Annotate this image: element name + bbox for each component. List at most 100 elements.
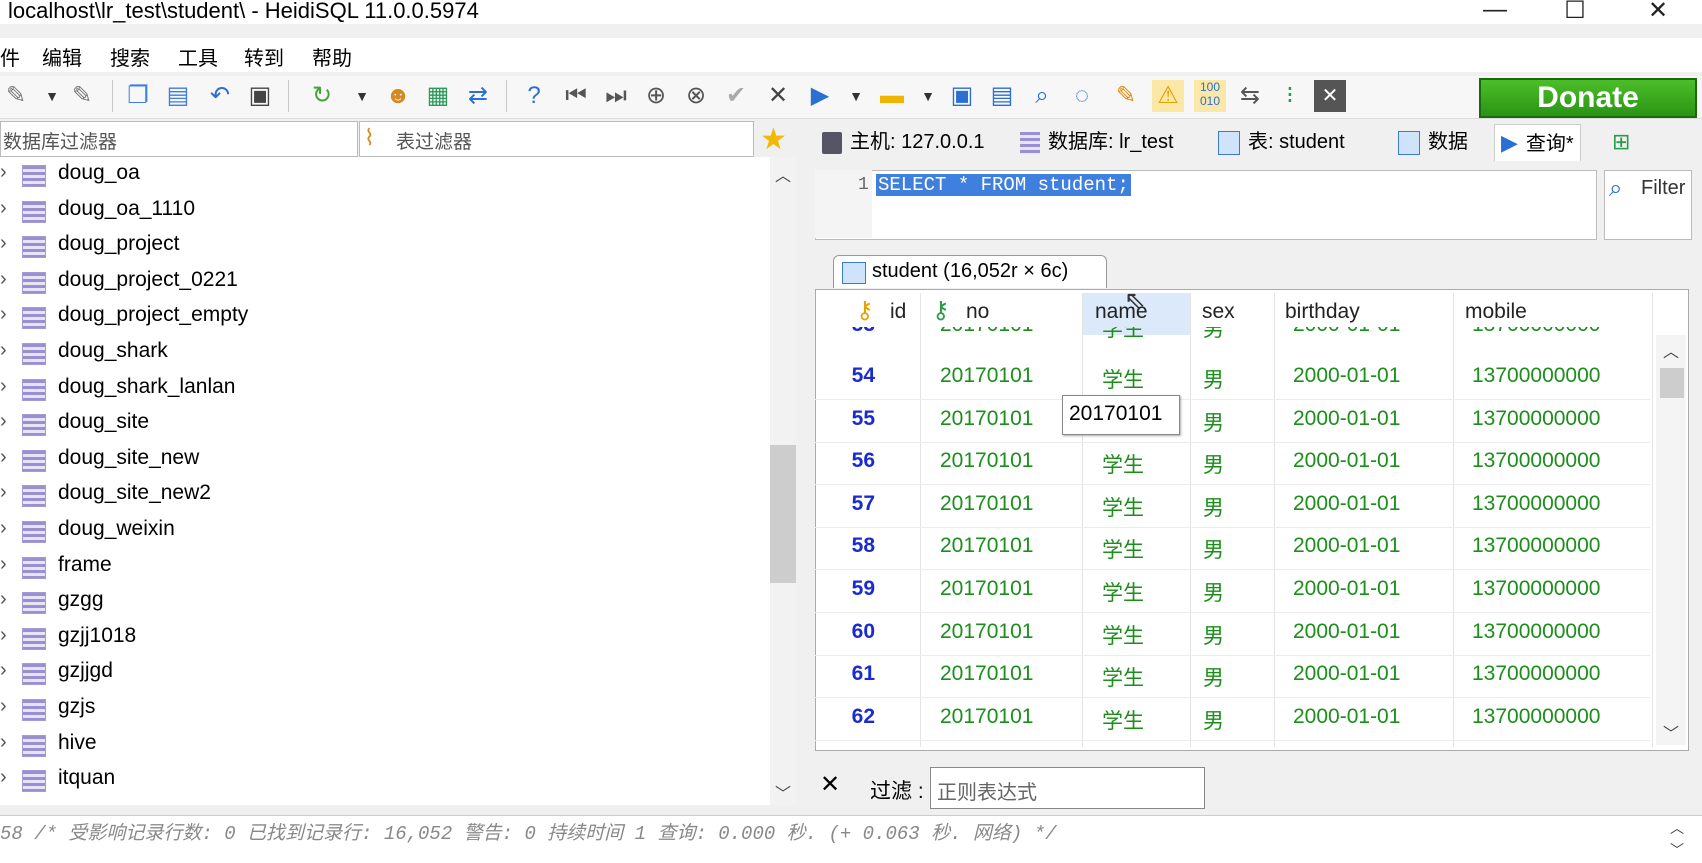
- scroll-up-icon[interactable]: ︿: [1663, 338, 1679, 362]
- tree-item[interactable]: › doug_project_empty: [0, 299, 760, 335]
- last-record-icon[interactable]: ⏭: [600, 80, 632, 112]
- undo-icon[interactable]: ↶: [204, 80, 236, 112]
- cell-no[interactable]: 20170101: [940, 705, 1033, 729]
- menu-search[interactable]: 搜索: [110, 42, 150, 71]
- dropdown-arrow-icon[interactable]: ▼: [840, 80, 872, 112]
- tree-item[interactable]: › doug_oa_1110: [0, 193, 760, 229]
- close-filter-icon[interactable]: ✕: [820, 770, 840, 799]
- chevron-right-icon[interactable]: ›: [0, 624, 7, 647]
- cell-name[interactable]: 学生: [1102, 620, 1144, 650]
- tree-item[interactable]: › doug_shark_lanlan: [0, 371, 760, 407]
- chevron-right-icon[interactable]: ›: [0, 339, 7, 362]
- chevron-right-icon[interactable]: ›: [0, 481, 7, 504]
- cell-name[interactable]: 学生: [1102, 364, 1144, 394]
- chevron-right-icon[interactable]: ›: [0, 375, 7, 398]
- cell-sex[interactable]: 男: [1203, 662, 1224, 692]
- chevron-right-icon[interactable]: ›: [0, 161, 7, 184]
- chevron-right-icon[interactable]: ›: [0, 268, 7, 291]
- cell-id[interactable]: 58: [815, 534, 875, 558]
- export-icon[interactable]: ▦: [422, 80, 454, 112]
- chevron-right-icon[interactable]: ›: [0, 553, 7, 576]
- cell-id[interactable]: 54: [815, 364, 875, 388]
- cell-birthday[interactable]: 2000-01-01: [1293, 407, 1400, 431]
- print-icon[interactable]: ▣: [244, 80, 276, 112]
- first-record-icon[interactable]: ⏮: [560, 80, 592, 112]
- cell-mobile[interactable]: 13700000000: [1472, 662, 1600, 686]
- column-header-mobile[interactable]: mobile: [1465, 300, 1527, 324]
- cell-birthday[interactable]: 2000-01-01: [1293, 492, 1400, 516]
- tree-item[interactable]: › itquan: [0, 762, 760, 798]
- menu-file[interactable]: 件: [0, 42, 20, 71]
- cell-no[interactable]: 20170101: [940, 662, 1033, 686]
- run-query-icon[interactable]: ▶: [804, 80, 836, 112]
- delete-record-icon[interactable]: ⊗: [680, 80, 712, 112]
- cancel-record-icon[interactable]: ✕: [762, 80, 794, 112]
- cell-no[interactable]: 20170101: [940, 449, 1033, 473]
- chevron-right-icon[interactable]: ›: [0, 446, 7, 469]
- chevron-right-icon[interactable]: ›: [0, 659, 7, 682]
- minimize-button[interactable]: —: [1465, 0, 1525, 24]
- cell-id[interactable]: 53: [815, 327, 875, 337]
- table-row[interactable]: 56 20170101 学生 男 2000-01-01 13700000000: [815, 442, 1650, 486]
- cell-no[interactable]: 20170101: [940, 407, 1033, 431]
- cell-birthday[interactable]: 2000-01-01: [1293, 705, 1400, 729]
- dropdown-arrow-icon[interactable]: ▼: [36, 80, 68, 112]
- menu-tools[interactable]: 工具: [178, 42, 218, 71]
- favorite-star-icon[interactable]: ★: [760, 122, 787, 157]
- cell-mobile[interactable]: 13700000000: [1472, 449, 1600, 473]
- table-row[interactable]: 59 20170101 学生 男 2000-01-01 13700000000: [815, 570, 1650, 613]
- cell-birthday[interactable]: 2000-01-01: [1293, 577, 1400, 601]
- menu-goto[interactable]: 转到: [244, 42, 284, 71]
- tree-item[interactable]: › doug_shark: [0, 335, 760, 371]
- cell-sex[interactable]: 男: [1203, 492, 1224, 522]
- regex-filter-input[interactable]: 正则表达式: [930, 767, 1205, 809]
- tab-host[interactable]: 主机: 127.0.0.1: [822, 124, 985, 160]
- cell-birthday[interactable]: 2000-01-01: [1293, 449, 1400, 473]
- cell-sex[interactable]: 男: [1203, 327, 1224, 343]
- warnings-icon[interactable]: ⚠: [1152, 80, 1184, 112]
- cell-name[interactable]: 学生: [1102, 534, 1144, 564]
- maximize-button[interactable]: ☐: [1545, 0, 1605, 25]
- sync-icon[interactable]: ⇄: [462, 80, 494, 112]
- cell-sex[interactable]: 男: [1203, 620, 1224, 650]
- chevron-right-icon[interactable]: ›: [0, 232, 7, 255]
- cell-id[interactable]: 59: [815, 577, 875, 601]
- donate-button[interactable]: Donate: [1479, 78, 1697, 118]
- scroll-down-icon[interactable]: ﹀: [775, 780, 791, 804]
- cell-no[interactable]: 20170101: [940, 534, 1033, 558]
- cell-id[interactable]: 57: [815, 492, 875, 516]
- table-row[interactable]: 61 20170101 学生 男 2000-01-01 13700000000: [815, 655, 1650, 699]
- cell-sex[interactable]: 男: [1203, 407, 1224, 437]
- cell-no[interactable]: 20170101: [940, 577, 1033, 601]
- format-icon[interactable]: ✎: [1110, 80, 1142, 112]
- cell-id[interactable]: 55: [815, 407, 875, 431]
- cell-mobile[interactable]: 13700000000: [1472, 327, 1600, 337]
- save-as-icon[interactable]: ▤: [986, 80, 1018, 112]
- tree-item[interactable]: › gzgg: [0, 584, 760, 620]
- tree-item[interactable]: › gzjjgd: [0, 655, 760, 691]
- cell-sex[interactable]: 男: [1203, 364, 1224, 394]
- close-button[interactable]: ✕: [1628, 0, 1688, 25]
- cell-id[interactable]: 62: [815, 705, 875, 729]
- scroll-down-icon[interactable]: ﹀: [1663, 720, 1679, 744]
- table-row[interactable]: 62 20170101 学生 男 2000-01-01 13700000000: [815, 698, 1650, 741]
- cell-name[interactable]: 学生: [1102, 449, 1144, 479]
- cell-no[interactable]: 20170101: [940, 492, 1033, 516]
- cell-birthday[interactable]: 2000-01-01: [1293, 534, 1400, 558]
- find-icon[interactable]: ⌕: [1026, 80, 1058, 112]
- tree-item[interactable]: › doug_site: [0, 406, 760, 442]
- chevron-right-icon[interactable]: ›: [0, 766, 7, 789]
- table-row[interactable]: 57 20170101 学生 男 2000-01-01 13700000000: [815, 485, 1650, 528]
- table-row[interactable]: 5520170101学生男2000-01-0113700000000: [815, 400, 1650, 443]
- help-icon[interactable]: ?: [518, 80, 550, 112]
- replace-icon[interactable]: ◌: [1066, 80, 1098, 112]
- menu-help[interactable]: 帮助: [312, 42, 352, 71]
- cell-sex[interactable]: 男: [1203, 705, 1224, 735]
- cell-name[interactable]: 学生: [1102, 492, 1144, 522]
- chevron-right-icon[interactable]: ›: [0, 731, 7, 754]
- add-record-icon[interactable]: ⊕: [640, 80, 672, 112]
- connect-icon[interactable]: ✎: [0, 80, 32, 112]
- table-filter-input[interactable]: ⌇ 表过滤器: [359, 121, 754, 157]
- cell-name[interactable]: 学生: [1102, 705, 1144, 735]
- snippet-icon[interactable]: ⁝: [1274, 80, 1306, 112]
